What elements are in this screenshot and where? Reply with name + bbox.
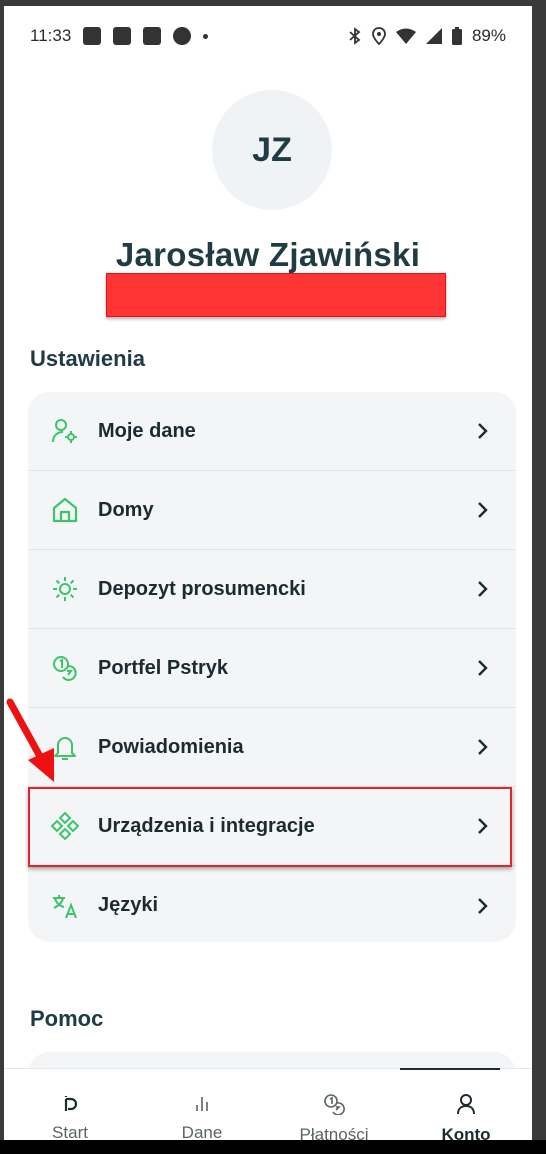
translate-icon xyxy=(50,891,80,921)
zloty-notification-icon xyxy=(173,27,192,45)
chevron-right-icon xyxy=(478,739,488,755)
settings-item-moje-dane[interactable]: Moje dane xyxy=(28,392,516,471)
settings-item-label: Portfel Pstryk xyxy=(98,656,229,679)
chevron-right-icon xyxy=(478,423,488,439)
bottom-navigation: Start Dane Płatności Konto xyxy=(4,1068,532,1146)
status-time: 11:33 xyxy=(30,26,72,45)
location-icon xyxy=(372,27,386,45)
chart-icon xyxy=(196,1097,208,1111)
nav-tab-konto[interactable]: Konto xyxy=(400,1069,532,1146)
settings-item-domy[interactable]: Domy xyxy=(28,471,516,550)
card-notification-icon xyxy=(113,27,132,45)
settings-item-label: Depozyt prosumencki xyxy=(98,577,306,600)
coins-icon xyxy=(50,653,80,683)
settings-item-label: Powiadomienia xyxy=(98,735,244,758)
settings-item-label: Urządzenia i integracje xyxy=(98,814,315,837)
chevron-right-icon xyxy=(478,897,488,914)
user-name: Jarosław Zjawiński xyxy=(115,236,421,273)
settings-card: Moje dane Domy Depozyt prosumencki Portf… xyxy=(28,392,516,942)
avatar-initials: JZ xyxy=(252,130,292,169)
chevron-right-icon xyxy=(478,818,488,834)
signal-icon xyxy=(425,28,442,44)
annotation-arrow-icon xyxy=(6,698,54,782)
battery-level: 89% xyxy=(471,26,506,45)
nav-tab-platnosci[interactable]: Płatności xyxy=(268,1069,400,1146)
account-icon xyxy=(457,1094,475,1115)
active-tab-indicator xyxy=(400,1068,500,1070)
screen-bezel xyxy=(0,1140,546,1154)
app-notification-icon xyxy=(83,27,102,45)
settings-item-label: Języki xyxy=(98,894,159,916)
settings-item-portfel-pstryk[interactable]: Portfel Pstryk xyxy=(28,629,516,708)
devices-icon xyxy=(50,811,80,841)
settings-item-powiadomienia[interactable]: Powiadomienia xyxy=(28,708,516,787)
nav-tab-dane[interactable]: Dane xyxy=(136,1069,268,1146)
help-section-title: Pomoc xyxy=(30,1006,104,1031)
sun-icon xyxy=(50,574,80,604)
chevron-right-icon xyxy=(478,581,488,597)
settings-item-urzadzenia-i-integracje[interactable]: Urządzenia i integracje xyxy=(28,787,516,866)
more-notifications-icon xyxy=(203,33,209,39)
settings-item-label: Domy xyxy=(98,498,154,521)
app-screen: 11:33 89% JZ Jarosław Zjawiński Ustawien… xyxy=(4,6,532,1146)
payments-icon xyxy=(324,1094,345,1115)
settings-item-depozyt-prosumencki[interactable]: Depozyt prosumencki xyxy=(28,550,516,629)
user-settings-icon xyxy=(50,416,80,446)
status-bar: 11:33 89% xyxy=(4,6,532,66)
chevron-right-icon xyxy=(478,660,488,676)
wallet-notification-icon xyxy=(143,27,162,45)
chevron-right-icon xyxy=(478,502,488,518)
redacted-email-overlay xyxy=(106,273,446,317)
start-icon xyxy=(64,1096,78,1111)
home-icon xyxy=(50,495,80,525)
settings-item-jezyki[interactable]: Języki xyxy=(28,866,516,942)
bluetooth-icon xyxy=(349,27,361,45)
wifi-icon xyxy=(395,28,416,44)
settings-section-title: Ustawienia xyxy=(30,346,145,371)
nav-tab-start[interactable]: Start xyxy=(4,1069,136,1146)
avatar: JZ xyxy=(212,90,332,210)
battery-icon xyxy=(451,27,462,45)
settings-item-label: Moje dane xyxy=(98,419,196,442)
